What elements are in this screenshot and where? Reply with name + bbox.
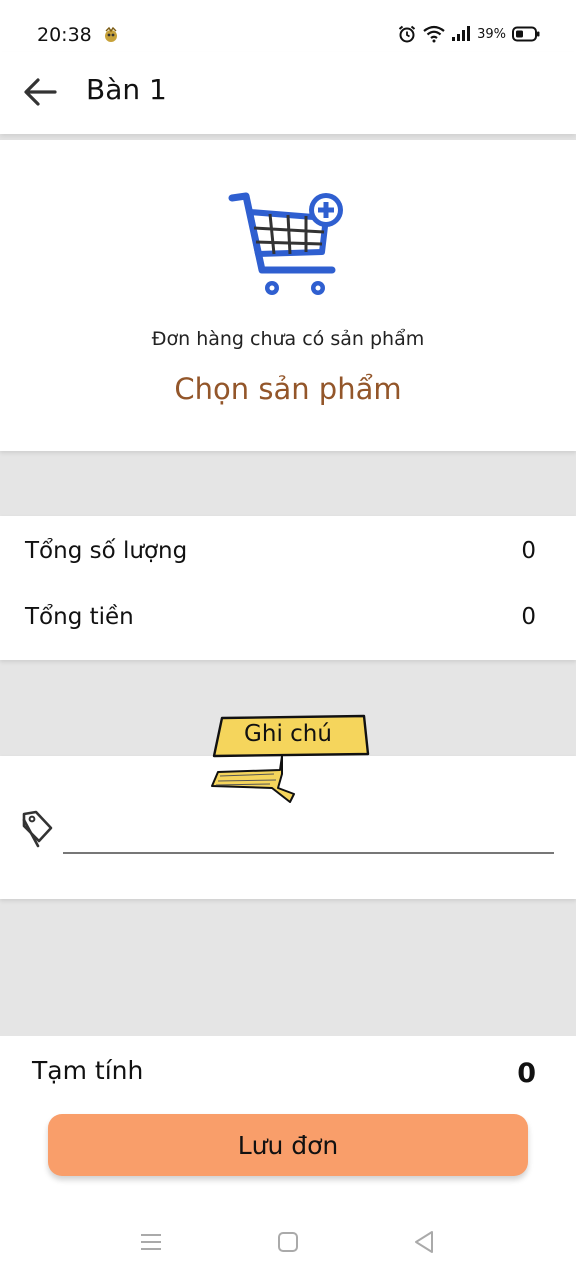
total-quantity-label: Tổng số lượng (25, 538, 188, 564)
total-amount-label: Tổng tiền (25, 604, 134, 630)
total-amount-row: Tổng tiền 0 (25, 604, 536, 630)
notification-app-icon (105, 26, 117, 42)
subtotal-label: Tạm tính (32, 1056, 144, 1085)
choose-product-link[interactable]: Chọn sản phẩm (0, 372, 576, 406)
total-amount-value: 0 (521, 604, 536, 630)
status-time: 20:38 (37, 24, 92, 46)
status-icons: 39% (397, 24, 540, 44)
signal-icon (452, 26, 471, 41)
menu-icon (141, 1234, 161, 1250)
battery-icon (512, 26, 540, 42)
back-button[interactable] (20, 72, 60, 112)
page-title: Bàn 1 (86, 73, 167, 106)
system-nav-bar (0, 1222, 576, 1262)
cart-plus-icon (228, 192, 343, 295)
battery-percent: 39% (477, 26, 506, 42)
save-order-button[interactable]: Lưu đơn (48, 1114, 528, 1176)
nav-back-button[interactable] (404, 1222, 444, 1262)
home-icon (278, 1232, 298, 1252)
empty-order-message: Đơn hàng chưa có sản phẩm (151, 328, 425, 350)
nav-home-button[interactable] (268, 1222, 308, 1262)
note-input[interactable] (63, 818, 554, 854)
total-quantity-row: Tổng số lượng 0 (25, 538, 536, 564)
tag-icon (22, 810, 53, 848)
nav-menu-button[interactable] (131, 1222, 171, 1262)
empty-order-card: Đơn hàng chưa có sản phẩm Chọn sản phẩm (0, 140, 576, 451)
status-bar: 20:38 39% (0, 0, 576, 52)
alarm-icon (398, 25, 416, 43)
subtotal-value: 0 (517, 1058, 536, 1089)
note-sticker-label: Ghi chú (244, 721, 332, 747)
totals-card: Tổng số lượng 0 Tổng tiền 0 (0, 516, 576, 660)
wifi-icon (423, 25, 445, 43)
arrow-left-icon (24, 78, 57, 106)
total-quantity-value: 0 (521, 538, 536, 564)
bottom-panel: Tạm tính 0 Lưu đơn (0, 1036, 576, 1280)
back-triangle-icon (415, 1231, 433, 1253)
app-bar: Bàn 1 (0, 52, 576, 134)
